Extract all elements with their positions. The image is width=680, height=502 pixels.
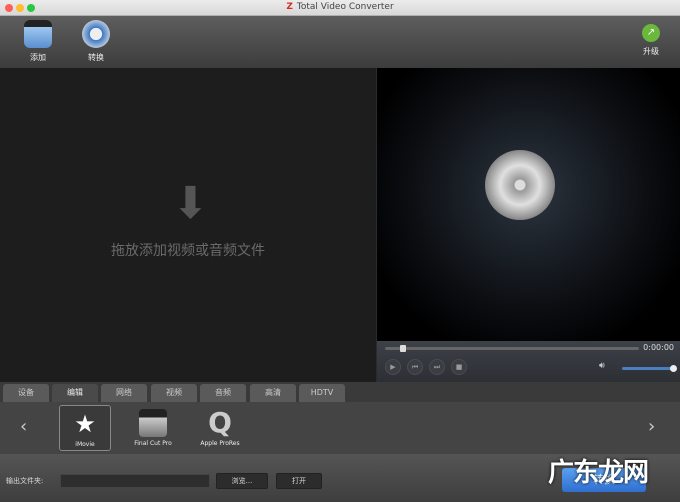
seek-handle[interactable] bbox=[399, 345, 406, 352]
upgrade-arrow-icon: ↗ bbox=[642, 24, 660, 42]
browse-button[interactable]: 浏览... bbox=[216, 473, 268, 489]
tab-audio[interactable]: 音频 bbox=[200, 384, 246, 402]
output-folder-field[interactable] bbox=[60, 474, 210, 488]
stop-button[interactable]: ■ bbox=[451, 359, 467, 375]
tab-video[interactable]: 视频 bbox=[151, 384, 197, 402]
video-preview bbox=[377, 68, 680, 341]
next-button[interactable]: ⏭ bbox=[429, 359, 445, 375]
down-arrow-icon: ⬇ bbox=[172, 178, 209, 229]
preset-imovie[interactable]: ★ iMovie bbox=[59, 405, 111, 451]
seek-slider[interactable] bbox=[385, 345, 639, 352]
film-reel-icon bbox=[485, 150, 555, 220]
upgrade-button[interactable]: ↗ 升级 bbox=[631, 20, 671, 57]
time-display: 0:00:00 bbox=[643, 343, 674, 352]
volume-icon: 🔊︎ bbox=[599, 361, 605, 371]
imovie-star-icon: ★ bbox=[74, 410, 96, 438]
add-button[interactable]: 添加 bbox=[18, 20, 58, 63]
clapperboard-icon bbox=[139, 409, 167, 437]
drop-hint: 拖放添加视频或音频文件 bbox=[111, 243, 265, 259]
quicktime-q-icon: Q bbox=[208, 406, 232, 439]
window-title: Z Total Video Converter bbox=[286, 2, 394, 12]
convert-toolbar-button[interactable]: 转换 bbox=[76, 20, 116, 63]
clapperboard-play-icon bbox=[24, 20, 52, 48]
volume-slider[interactable] bbox=[622, 365, 677, 372]
preset-list: ‹ ★ iMovie Final Cut Pro Q Apple ProRes … bbox=[0, 402, 680, 454]
title-bar: Z Total Video Converter bbox=[0, 0, 680, 16]
category-tabs: 设备 编辑 网络 视频 音频 高清 HDTV bbox=[0, 382, 680, 402]
play-button[interactable]: ▶ bbox=[385, 359, 401, 375]
preset-apple-prores[interactable]: Q Apple ProRes bbox=[194, 405, 246, 451]
tab-hd[interactable]: 高清 bbox=[250, 384, 296, 402]
open-button[interactable]: 打开 bbox=[276, 473, 322, 489]
tab-web[interactable]: 网络 bbox=[101, 384, 147, 402]
app-logo-icon: Z bbox=[286, 2, 293, 12]
tab-editing[interactable]: 编辑 bbox=[52, 384, 98, 402]
previous-button[interactable]: ⏮ bbox=[407, 359, 423, 375]
watermark: 广东龙网 bbox=[548, 458, 649, 488]
preset-final-cut-pro[interactable]: Final Cut Pro bbox=[127, 405, 179, 451]
tab-hdtv[interactable]: HDTV bbox=[299, 384, 345, 402]
toolbar: 添加 转换 ↗ 升级 bbox=[0, 16, 680, 68]
drop-area[interactable]: ⬇ 拖放添加视频或音频文件 bbox=[0, 68, 376, 382]
output-folder-label: 输出文件夹: bbox=[6, 477, 44, 485]
scroll-right-button[interactable]: › bbox=[648, 416, 655, 437]
player-controls: 0:00:00 ▶ ⏮ ⏭ ■ 🔊︎ bbox=[377, 341, 680, 382]
scroll-left-button[interactable]: ‹ bbox=[20, 416, 27, 437]
tab-devices[interactable]: 设备 bbox=[3, 384, 49, 402]
refresh-icon bbox=[82, 20, 110, 48]
volume-handle[interactable] bbox=[670, 365, 677, 372]
